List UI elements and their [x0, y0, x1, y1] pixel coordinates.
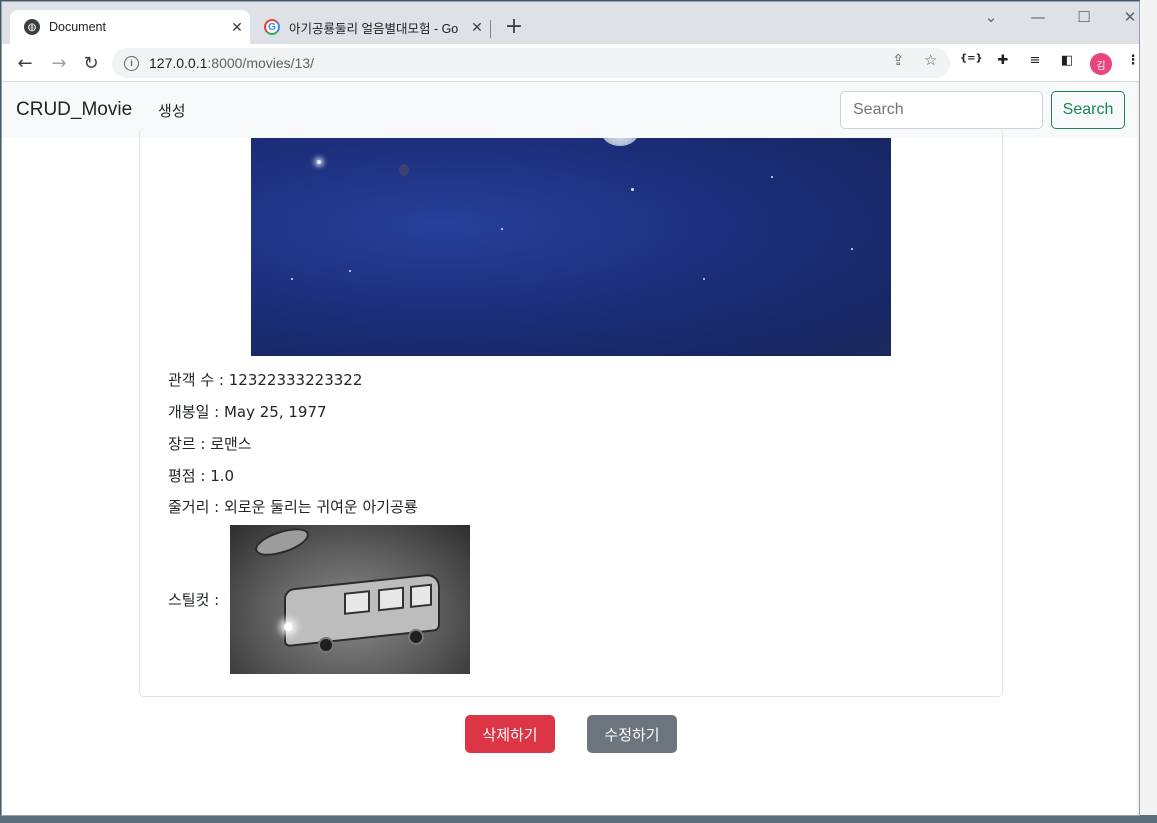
desktop-taskbar-edge [0, 815, 1157, 823]
close-window-button[interactable]: ✕ [1107, 8, 1139, 26]
poster-image [251, 138, 891, 356]
plot-text: 줄거리 : 외로운 둘리는 귀여운 아기공룡 [168, 498, 418, 516]
star-shape [771, 176, 773, 178]
minimize-button[interactable]: — [1015, 8, 1061, 26]
url-path: :8000/movies/13/ [207, 55, 315, 71]
wheel-shape [408, 629, 424, 645]
tab-strip: ◍ Document ✕ G 아기공룡둘리 얼음별대모험 - Go ✕ + ⌄ … [2, 2, 1139, 44]
movie-detail-page: 관객 수 : 12322333223322 개봉일 : May 25, 1977… [2, 128, 1139, 815]
bus-window [410, 583, 432, 608]
extension-json-icon[interactable]: {=} [960, 53, 983, 64]
url-host: 127.0.0.1 [149, 55, 208, 71]
chevron-down-icon[interactable]: ⌄ [968, 8, 1014, 26]
forward-arrow-icon[interactable]: → [46, 50, 72, 76]
close-icon[interactable]: ✕ [224, 19, 250, 36]
tab-title: Document [49, 20, 106, 34]
star-icon[interactable]: ☆ [924, 51, 937, 69]
puzzle-icon[interactable]: ✚ [992, 53, 1014, 68]
wheel-shape [318, 637, 334, 653]
audience-text: 관객 수 : 12322333223322 [168, 371, 363, 389]
moon-shape [601, 138, 639, 146]
globe-icon: ◍ [24, 19, 40, 35]
star-shape [703, 278, 705, 280]
release-date-text: 개봉일 : May 25, 1977 [168, 403, 327, 421]
genre-text: 장르 : 로맨스 [168, 435, 252, 453]
brand-link[interactable]: CRUD_Movie [16, 99, 132, 121]
edit-button[interactable]: 수정하기 [587, 715, 677, 753]
close-icon[interactable]: ✕ [464, 19, 490, 36]
tab-google-search[interactable]: G 아기공룡둘리 얼음별대모험 - Go ✕ [254, 10, 490, 44]
tab-document[interactable]: ◍ Document ✕ [10, 10, 250, 44]
info-icon[interactable]: i [124, 55, 139, 71]
bus-window [344, 590, 370, 615]
tab-title: 아기공룡둘리 얼음별대모험 - Go [289, 21, 459, 36]
reload-icon[interactable]: ↻ [78, 50, 104, 76]
headlight-shape [284, 623, 292, 631]
back-arrow-icon[interactable]: ← [12, 50, 38, 76]
star-shape [349, 270, 351, 272]
browser-toolbar: ← → ↻ i 127.0.0.1:8000/movies/13/ ⇪ ☆ {=… [2, 44, 1139, 82]
scrollbar[interactable] [1137, 82, 1139, 815]
search-input[interactable] [840, 91, 1043, 129]
still-cut-label: 스틸컷 : [168, 591, 220, 609]
new-tab-button[interactable]: + [502, 14, 526, 40]
side-panel-icon[interactable]: ◧ [1056, 53, 1078, 68]
media-queue-icon[interactable]: ≡ [1024, 53, 1046, 68]
avatar[interactable]: 김 [1090, 53, 1112, 75]
star-shape [851, 248, 853, 250]
saucer-shape [251, 525, 313, 562]
address-bar[interactable]: i 127.0.0.1:8000/movies/13/ [112, 48, 950, 78]
star-shape [317, 160, 321, 164]
bus-window [378, 586, 404, 612]
create-link[interactable]: 생성 [158, 100, 186, 121]
menu-kebab-icon[interactable]: ⋮ [1122, 53, 1140, 68]
planet-shape [399, 164, 409, 176]
still-cut-image [230, 525, 470, 674]
rating-text: 평점 : 1.0 [168, 467, 235, 485]
star-shape [631, 188, 634, 191]
tab-separator [490, 20, 491, 38]
browser-window: ◍ Document ✕ G 아기공룡둘리 얼음별대모험 - Go ✕ + ⌄ … [2, 2, 1139, 815]
search-button[interactable]: Search [1051, 91, 1125, 129]
star-shape [501, 228, 503, 230]
share-icon[interactable]: ⇪ [892, 51, 905, 69]
star-shape [291, 278, 293, 280]
maximize-button[interactable]: ☐ [1061, 8, 1107, 26]
delete-button[interactable]: 삭제하기 [465, 715, 555, 753]
desktop-background [1140, 0, 1157, 823]
google-icon: G [264, 19, 280, 35]
